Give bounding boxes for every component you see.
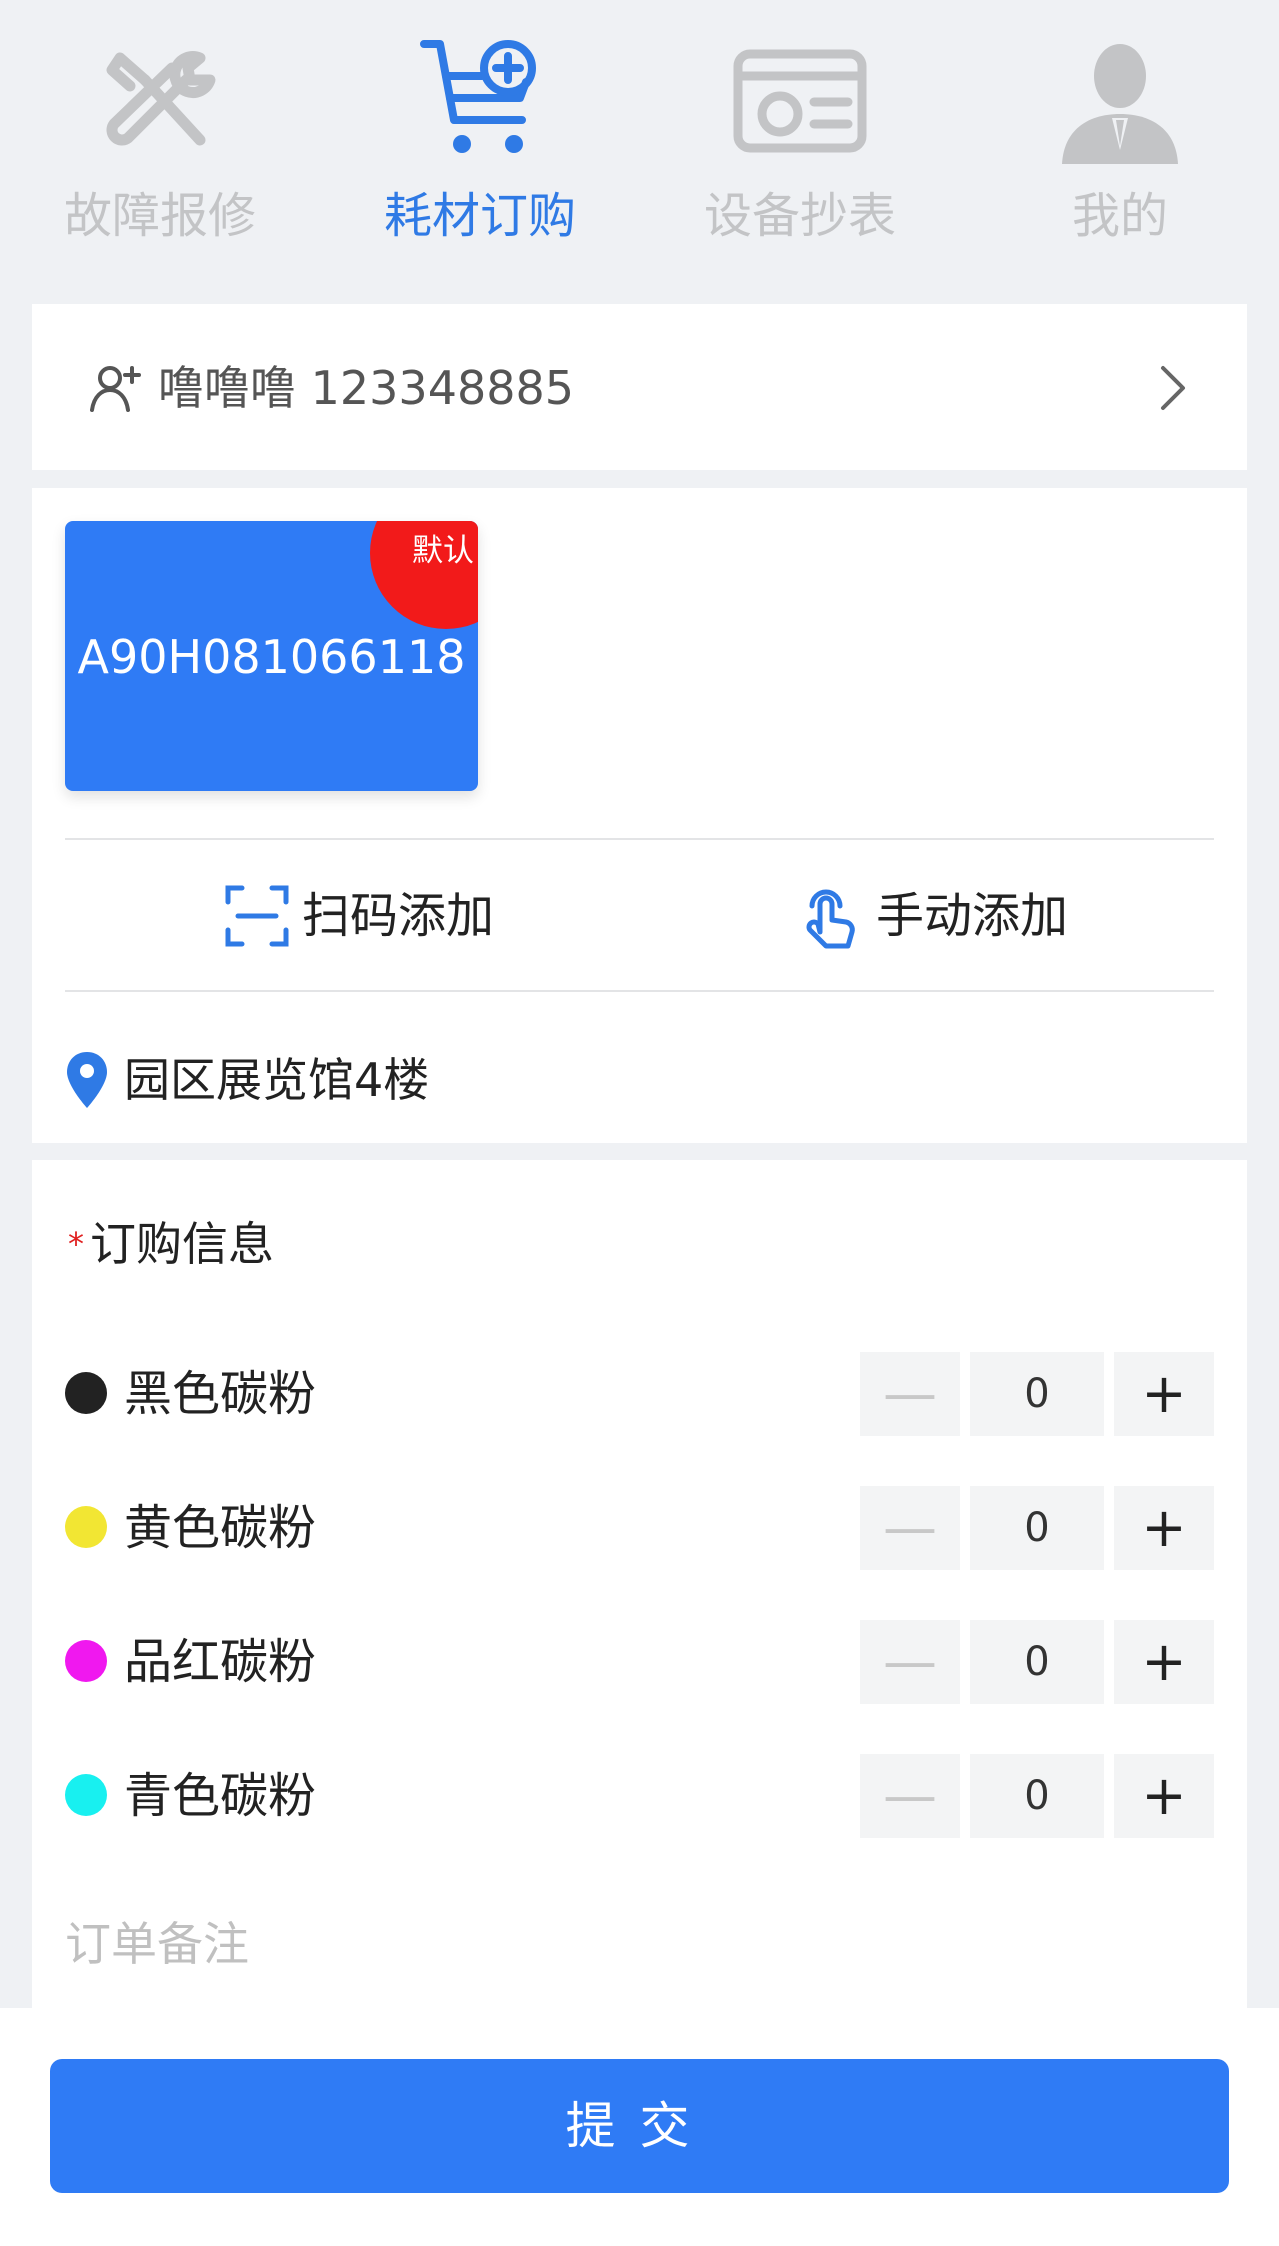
increment-button[interactable]: +: [1114, 1486, 1214, 1570]
device-code: A90H081066118: [77, 630, 466, 684]
toner-name: 黑色碳粉: [124, 1366, 317, 1422]
order-remark-field[interactable]: 订单备注: [65, 1912, 249, 1976]
toner-row-yellow: 黄色碳粉 — 0 +: [32, 1486, 1247, 1570]
quantity-stepper: — 0 +: [860, 1486, 1214, 1570]
device-tile[interactable]: 默认 A90H081066118: [65, 521, 478, 791]
quantity-value[interactable]: 0: [970, 1486, 1104, 1570]
yellow-toner-dot: [65, 1506, 107, 1548]
decrement-button[interactable]: —: [860, 1352, 960, 1436]
scan-add-label: 扫码添加: [302, 888, 495, 944]
device-card: 默认 A90H081066118 扫码添加 手动添加 园区展览馆4楼: [32, 488, 1247, 1143]
wrench-screwdriver-icon: [106, 51, 216, 146]
toner-name: 青色碳粉: [124, 1768, 317, 1824]
tab-consumables[interactable]: 耗材订购: [320, 0, 640, 290]
hand-tap-icon: [806, 889, 855, 949]
quantity-value[interactable]: 0: [970, 1754, 1104, 1838]
decrement-button[interactable]: —: [860, 1620, 960, 1704]
user-name-phone: 噜噜噜 123348885: [158, 361, 575, 415]
order-info-title-text: 订购信息: [90, 1217, 274, 1271]
decrement-button[interactable]: —: [860, 1754, 960, 1838]
tab-meter-label: 设备抄表: [703, 188, 896, 244]
tab-repair[interactable]: 故障报修: [0, 0, 320, 290]
tab-meter[interactable]: 设备抄表: [640, 0, 960, 290]
tab-mine[interactable]: 我的: [960, 0, 1279, 290]
quantity-stepper: — 0 +: [860, 1620, 1214, 1704]
black-toner-dot: [65, 1372, 107, 1414]
increment-button[interactable]: +: [1114, 1754, 1214, 1838]
toner-row-black: 黑色碳粉 — 0 +: [32, 1352, 1247, 1436]
increment-button[interactable]: +: [1114, 1620, 1214, 1704]
person-icon: [1062, 44, 1178, 164]
scan-icon: [225, 885, 289, 947]
tab-mine-label: 我的: [1071, 188, 1168, 244]
cyan-toner-dot: [65, 1774, 107, 1816]
submit-button[interactable]: 提交: [50, 2059, 1229, 2193]
manual-add-button[interactable]: 手动添加: [798, 878, 1108, 954]
footer-bar: 提交: [0, 2008, 1279, 2246]
toner-name: 品红碳粉: [124, 1634, 317, 1690]
order-info-card: * 订购信息 黑色碳粉 — 0 + 黄色碳粉 — 0 + 品红碳粉 — 0 + 青…: [32, 1160, 1247, 2020]
quantity-stepper: — 0 +: [860, 1754, 1214, 1838]
magenta-toner-dot: [65, 1640, 107, 1682]
tab-consumables-label: 耗材订购: [383, 188, 576, 244]
user-selector[interactable]: 噜噜噜 123348885: [32, 304, 1247, 470]
quantity-value[interactable]: 0: [970, 1620, 1104, 1704]
toner-name: 黄色碳粉: [124, 1500, 317, 1556]
toner-row-cyan: 青色碳粉 — 0 +: [32, 1754, 1247, 1838]
required-mark: *: [68, 1225, 84, 1263]
increment-button[interactable]: +: [1114, 1352, 1214, 1436]
divider: [65, 838, 1214, 840]
quantity-value[interactable]: 0: [970, 1352, 1104, 1436]
top-nav: 故障报修 耗材订购 设备抄表 我的: [0, 0, 1279, 290]
toner-row-magenta: 品红碳粉 — 0 +: [32, 1620, 1247, 1704]
manual-add-label: 手动添加: [876, 888, 1069, 944]
tab-repair-label: 故障报修: [63, 188, 256, 244]
default-badge: 默认: [412, 533, 474, 569]
chevron-right-icon: [1161, 366, 1185, 410]
order-info-title: * 订购信息: [68, 1212, 274, 1276]
scan-add-button[interactable]: 扫码添加: [224, 878, 524, 954]
quantity-stepper: — 0 +: [860, 1352, 1214, 1436]
cart-plus-icon: [420, 40, 536, 153]
divider: [65, 990, 1214, 992]
device-location: 园区展览馆4楼: [124, 1053, 430, 1107]
add-user-icon: [90, 366, 141, 412]
meter-card-icon: [733, 49, 867, 153]
decrement-button[interactable]: —: [860, 1486, 960, 1570]
location-pin-icon: [67, 1052, 107, 1108]
